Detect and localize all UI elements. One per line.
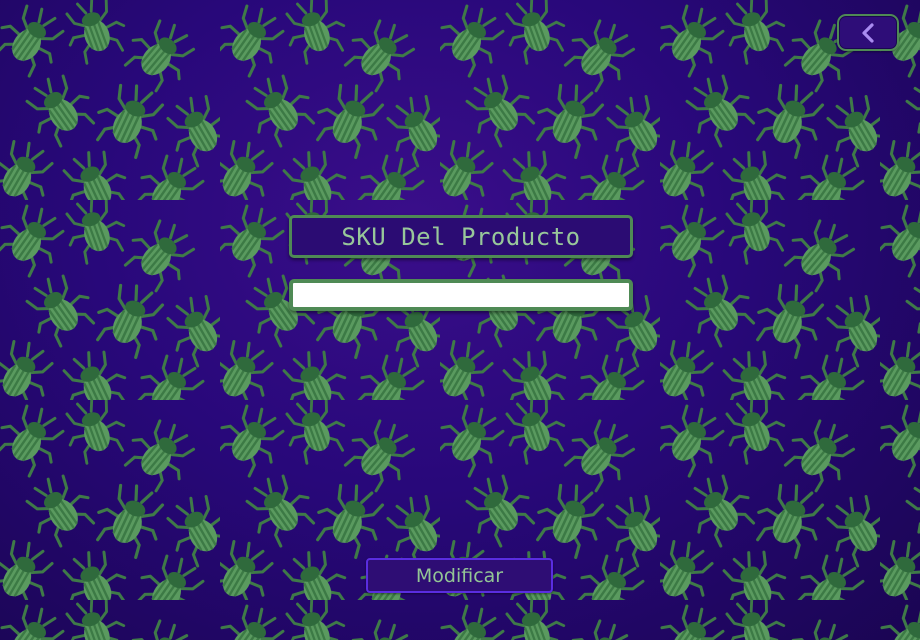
modify-button-label: Modificar: [415, 564, 504, 587]
sku-input[interactable]: [289, 279, 633, 311]
back-button[interactable]: [837, 14, 899, 51]
page-title: SKU Del Producto: [341, 222, 581, 251]
sku-title-box: SKU Del Producto: [289, 215, 633, 258]
chevron-left-icon: [862, 22, 874, 43]
beetle-pattern-background: [0, 0, 920, 640]
modify-button[interactable]: Modificar: [366, 558, 553, 593]
